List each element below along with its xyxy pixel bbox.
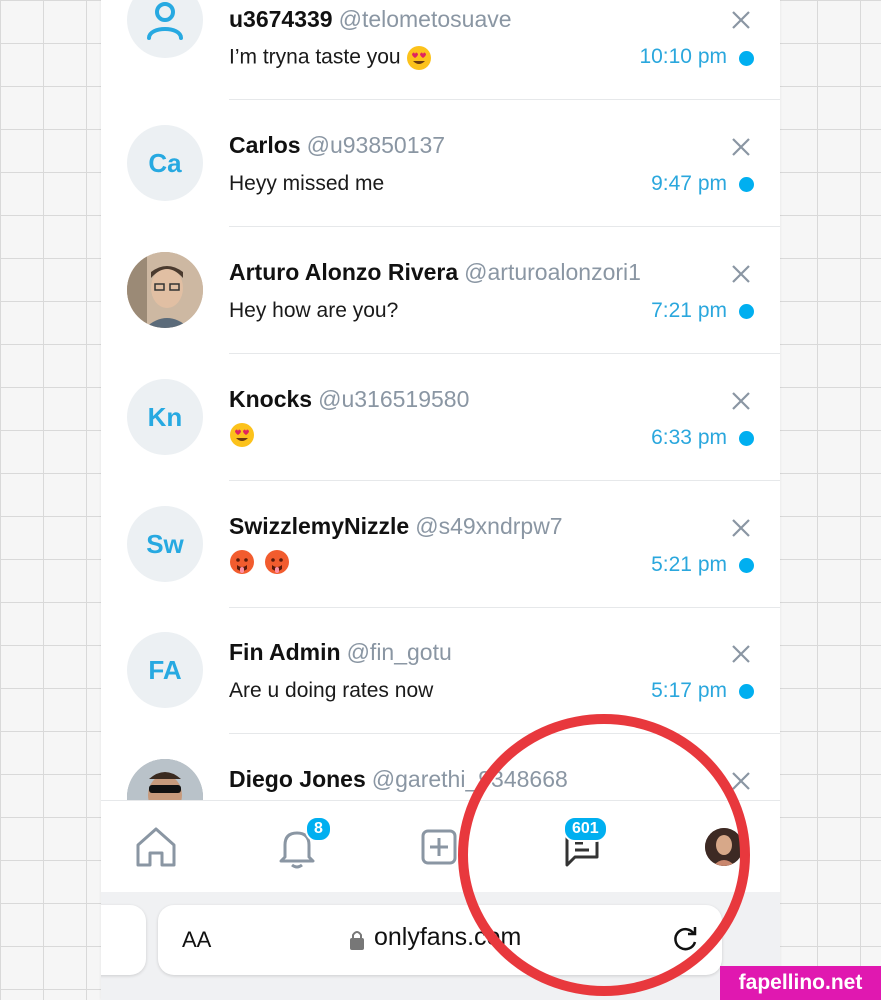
- close-icon[interactable]: [730, 517, 752, 539]
- person-photo-icon: [127, 759, 203, 800]
- chat-row[interactable]: Ca Carlos @u93850137 Heyy missed me 9:47 …: [101, 100, 780, 227]
- chat-row[interactable]: FA Fin Admin @fin_gotu Are u doing rates …: [101, 607, 780, 734]
- chat-display-name: u3674339: [229, 6, 333, 32]
- avatar[interactable]: Sw: [127, 506, 203, 582]
- close-icon[interactable]: [730, 9, 752, 31]
- avatar-initials: FA: [148, 654, 182, 685]
- chat-name-line: u3674339 @telometosuave: [229, 6, 512, 33]
- avatar[interactable]: Kn: [127, 379, 203, 455]
- chat-time: 5:21 pm: [651, 553, 727, 576]
- close-icon[interactable]: [730, 263, 752, 285]
- chat-time: 10:10 pm: [639, 45, 727, 68]
- chat-message-preview: [229, 422, 258, 448]
- avatar[interactable]: FA: [127, 632, 203, 708]
- chat-handle: @u316519580: [318, 386, 470, 412]
- close-icon[interactable]: [730, 643, 752, 665]
- unread-dot: [739, 51, 754, 66]
- avatar-initials: Sw: [146, 528, 184, 559]
- notifications-badge: 8: [305, 816, 332, 842]
- reload-icon[interactable]: [668, 922, 702, 956]
- heart-eyes-emoji-icon: [407, 46, 432, 70]
- watermark: fapellino.net: [720, 966, 881, 1000]
- chat-row[interactable]: u3674339 @telometosuave I’m tryna taste y…: [101, 0, 780, 100]
- chat-handle: @garethi_9348668: [371, 766, 568, 792]
- chat-time: 7:21 pm: [651, 299, 727, 322]
- heart-eyes-emoji-icon: [230, 423, 254, 447]
- text-size-button[interactable]: AA: [182, 927, 211, 953]
- browser-toolbar: AA onlyfans.com: [101, 892, 780, 1000]
- message-text: I’m tryna taste you: [229, 45, 401, 69]
- chat-name-line: Arturo Alonzo Rivera @arturoalonzori1: [229, 259, 641, 286]
- profile-photo-icon: [705, 828, 743, 866]
- bottom-tab-bar: 8 601: [101, 800, 780, 893]
- chat-display-name: Fin Admin: [229, 639, 341, 665]
- add-post-icon[interactable]: [415, 823, 463, 871]
- chat-name-line: Knocks @u316519580: [229, 386, 469, 413]
- chat-display-name: SwizzlemyNizzle: [229, 513, 410, 539]
- unread-dot: [739, 684, 754, 699]
- avatar-initials: Kn: [147, 401, 183, 432]
- chat-message-preview: I’m tryna taste you: [229, 45, 435, 71]
- hot-face-emoji-icon: [264, 550, 289, 574]
- close-icon[interactable]: [730, 136, 752, 158]
- profile-avatar[interactable]: [705, 828, 743, 866]
- chat-time: 5:17 pm: [651, 679, 727, 702]
- chat-display-name: Arturo Alonzo Rivera: [229, 259, 459, 285]
- chat-display-name: Knocks: [229, 386, 313, 412]
- chat-display-name: Diego Jones: [229, 766, 366, 792]
- chat-name-line: SwizzlemyNizzle @s49xndrpw7: [229, 513, 563, 540]
- chat-handle: @arturoalonzori1: [464, 259, 641, 285]
- messages-badge: 601: [563, 816, 608, 842]
- address-bar[interactable]: AA onlyfans.com: [158, 905, 722, 975]
- chat-name-line: Carlos @u93850137: [229, 132, 445, 159]
- chat-message-preview: Are u doing rates now: [229, 679, 434, 702]
- hot-face-emoji-icon: [230, 550, 254, 574]
- avatar-photo[interactable]: [127, 252, 203, 328]
- chat-row[interactable]: Arturo Alonzo Rivera @arturoalonzori1 Hey…: [101, 227, 780, 354]
- unread-dot: [739, 177, 754, 192]
- unread-dot: [739, 304, 754, 319]
- lock-icon: [350, 931, 364, 950]
- unread-dot: [739, 431, 754, 446]
- chat-message-preview: Hey how are you?: [229, 299, 399, 322]
- chat-row[interactable]: Diego Jones @garethi_9348668: [101, 734, 780, 800]
- chat-handle: @s49xndrpw7: [415, 513, 563, 539]
- chat-time: 6:33 pm: [651, 426, 727, 449]
- avatar[interactable]: Ca: [127, 125, 203, 201]
- close-icon[interactable]: [730, 770, 752, 792]
- chat-time: 9:47 pm: [651, 172, 727, 195]
- chat-name-line: Diego Jones @garethi_9348668: [229, 766, 568, 793]
- avatar-initials: Ca: [148, 147, 182, 178]
- chat-message-preview: [229, 549, 293, 575]
- chat-handle: @u93850137: [306, 132, 446, 158]
- close-icon[interactable]: [730, 390, 752, 412]
- user-icon: [147, 2, 183, 40]
- chat-message-preview: Heyy missed me: [229, 172, 385, 195]
- chat-handle: @fin_gotu: [346, 639, 452, 665]
- chat-name-line: Fin Admin @fin_gotu: [229, 639, 452, 666]
- person-photo-icon: [127, 252, 203, 328]
- chat-row[interactable]: Sw SwizzlemyNizzle @s49xndrpw7 5:21 pm: [101, 481, 780, 608]
- chat-list: u3674339 @telometosuave I’m tryna taste y…: [101, 0, 780, 800]
- phone-screen: u3674339 @telometosuave I’m tryna taste y…: [101, 0, 780, 1000]
- chat-row[interactable]: Kn Knocks @u316519580 6:33 pm: [101, 354, 780, 481]
- avatar-photo[interactable]: [127, 759, 203, 800]
- unread-dot: [739, 558, 754, 573]
- home-icon[interactable]: [132, 823, 180, 871]
- previous-tab-pill[interactable]: [101, 905, 146, 975]
- chat-handle: @telometosuave: [338, 6, 512, 32]
- url-text: onlyfans.com: [374, 923, 522, 951]
- avatar[interactable]: [127, 0, 203, 58]
- chat-display-name: Carlos: [229, 132, 301, 158]
